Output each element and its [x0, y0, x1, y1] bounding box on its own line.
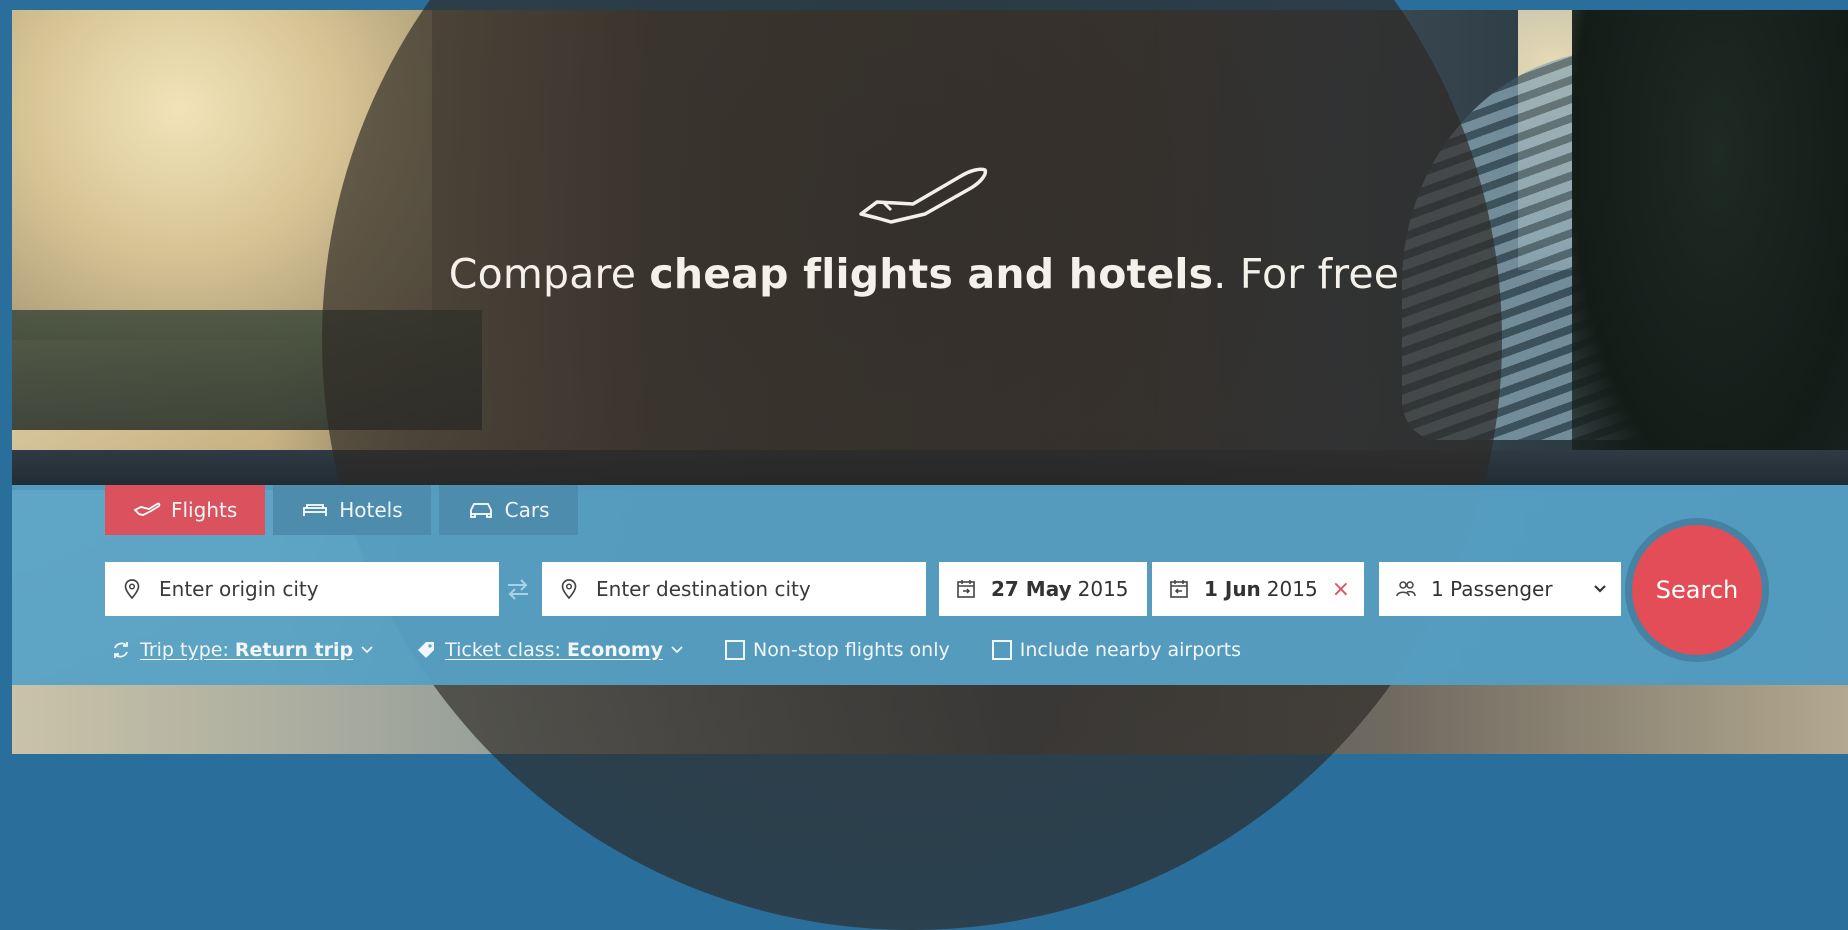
passengers-value: 1 Passenger [1431, 577, 1553, 601]
headline-bold: cheap flights and hotels [649, 250, 1214, 298]
origin-field[interactable] [105, 562, 499, 616]
calendar-return-icon [1170, 580, 1188, 598]
hero-circle-overlay [322, 0, 1502, 930]
location-pin-icon [561, 579, 577, 600]
ticket-class-link[interactable]: Ticket class: Economy [445, 639, 663, 661]
ticket-class-value: Economy [566, 639, 664, 661]
destination-field[interactable] [542, 562, 926, 616]
search-button[interactable]: Search [1632, 525, 1762, 655]
tab-flights[interactable]: Flights [105, 485, 266, 535]
ticket-class-toggle[interactable]: Ticket class: Economy [415, 639, 683, 661]
swap-cycle-icon [114, 642, 128, 658]
hero-headline: Compare cheap flights and hotels. For fr… [0, 250, 1848, 298]
search-tabs: Flights Hotels Cars [105, 485, 578, 535]
origin-input[interactable] [157, 576, 499, 602]
tab-label: Flights [171, 498, 238, 522]
depart-date-field[interactable]: 27 May 2015 [939, 562, 1147, 616]
clear-return-date-icon[interactable]: × [1332, 577, 1350, 602]
nonstop-option[interactable]: Non-stop flights only [725, 639, 950, 661]
swap-icon[interactable] [504, 577, 532, 601]
chevron-down-icon [1594, 585, 1606, 593]
plane-icon [133, 502, 161, 516]
search-button-label: Search [1655, 576, 1739, 604]
trip-type-value: Return trip [234, 639, 354, 661]
nearby-airports-label: Include nearby airports [1019, 639, 1242, 661]
search-panel: Flights Hotels Cars Enter origin city En… [12, 485, 1848, 685]
bed-icon [303, 504, 328, 516]
tab-label: Hotels [339, 498, 403, 522]
return-date-field[interactable]: 1 Jun 2015 × [1152, 562, 1364, 616]
location-pin-icon [124, 579, 140, 600]
tab-hotels[interactable]: Hotels [273, 485, 431, 535]
chevron-down-icon [361, 646, 373, 654]
calendar-depart-icon [957, 580, 975, 598]
trip-type-link[interactable]: Trip type: Return trip [140, 639, 353, 661]
headline-part-1: Compare [448, 250, 650, 298]
chevron-down-icon [671, 646, 683, 654]
car-icon [469, 503, 492, 518]
depart-day: 27 May [991, 577, 1072, 601]
destination-input[interactable] [594, 576, 926, 602]
trip-type-toggle[interactable]: Trip type: Return trip [110, 639, 373, 661]
ticket-tag-icon [418, 642, 435, 658]
airplane-icon [859, 167, 988, 224]
tab-label: Cars [504, 498, 550, 522]
tab-cars[interactable]: Cars [438, 485, 578, 535]
return-year: 2015 [1266, 577, 1318, 601]
headline-part-2: . For free [1213, 250, 1400, 298]
people-icon [1396, 581, 1416, 597]
passengers-select[interactable]: 1 Passenger [1379, 562, 1621, 616]
nonstop-label: Non-stop flights only [753, 639, 950, 661]
nonstop-checkbox[interactable] [725, 640, 746, 660]
tree-right [1572, 10, 1848, 480]
search-options: Trip type: Return trip Ticket class: Eco… [110, 633, 1283, 667]
depart-year: 2015 [1077, 577, 1129, 601]
trip-type-prefix: Trip type: [140, 639, 235, 661]
return-day: 1 Jun [1204, 577, 1261, 601]
nearby-airports-checkbox[interactable] [991, 640, 1012, 660]
nearby-airports-option[interactable]: Include nearby airports [991, 639, 1242, 661]
ticket-class-prefix: Ticket class: [445, 639, 567, 661]
